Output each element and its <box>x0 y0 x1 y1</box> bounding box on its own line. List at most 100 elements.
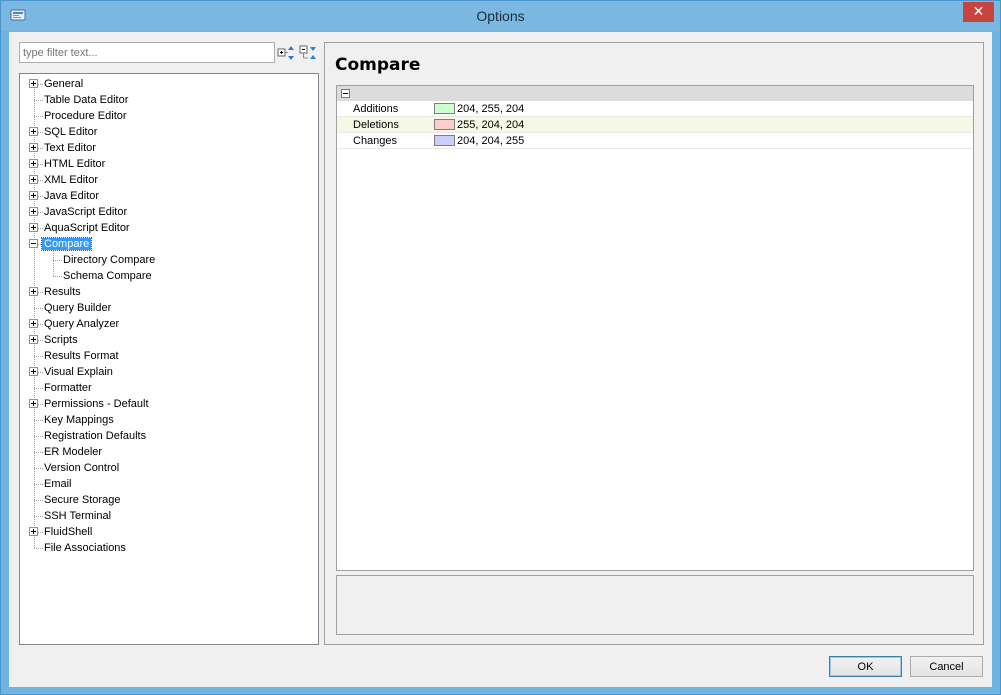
collapse-group-icon[interactable] <box>341 89 350 98</box>
property-row[interactable]: Changes 204, 204, 255 <box>337 133 973 149</box>
tree-item[interactable]: Permissions - Default <box>42 396 151 412</box>
tree-item[interactable]: Formatter <box>42 380 94 396</box>
tree-item-label: FluidShell <box>44 526 93 538</box>
tree-item-label: File Associations <box>44 542 126 554</box>
property-name: Changes <box>353 135 398 147</box>
options-dialog: Options ✕ General Table Data Editor Proced… <box>0 0 1001 695</box>
expand-icon[interactable] <box>29 191 38 200</box>
tree-item-label: Visual Explain <box>44 366 113 378</box>
tree-item[interactable]: SQL Editor <box>42 124 99 140</box>
tree-item-label: Query Builder <box>44 302 112 314</box>
tree-item-label: Schema Compare <box>63 270 152 282</box>
expand-icon[interactable] <box>29 287 38 296</box>
expand-icon[interactable] <box>29 175 38 184</box>
tree-item-label: Scripts <box>44 334 78 346</box>
color-swatch[interactable] <box>434 119 455 130</box>
expand-icon[interactable] <box>29 399 38 408</box>
page-title: Compare <box>335 55 421 75</box>
window-title: Options <box>476 8 525 24</box>
tree-item-label: XML Editor <box>44 174 99 186</box>
tree-item-label: Formatter <box>44 382 92 394</box>
expand-icon[interactable] <box>29 319 38 328</box>
tree-item[interactable]: XML Editor <box>42 172 100 188</box>
close-button[interactable]: ✕ <box>963 2 994 22</box>
expand-icon[interactable] <box>29 143 38 152</box>
collapse-icon[interactable] <box>29 239 38 248</box>
tree-item-label: AquaScript Editor <box>44 222 130 234</box>
filter-input[interactable] <box>19 42 275 63</box>
tree-item[interactable]: Secure Storage <box>42 492 122 508</box>
tree-item[interactable]: ER Modeler <box>42 444 104 460</box>
property-value[interactable]: 255, 204, 204 <box>457 117 524 133</box>
tree-item-label: Version Control <box>44 462 120 474</box>
property-value[interactable]: 204, 255, 204 <box>457 101 524 117</box>
tree-item-label: Table Data Editor <box>44 94 129 106</box>
tree-item[interactable]: Key Mappings <box>42 412 116 428</box>
tree-item[interactable]: Java Editor <box>42 188 101 204</box>
expand-icon[interactable] <box>29 223 38 232</box>
expand-icon[interactable] <box>29 79 38 88</box>
close-icon: ✕ <box>972 3 985 19</box>
color-swatch[interactable] <box>434 103 455 114</box>
tree-item[interactable]: HTML Editor <box>42 156 107 172</box>
tree-item[interactable]: Directory Compare <box>61 252 157 268</box>
tree-item[interactable]: Visual Explain <box>42 364 115 380</box>
expand-all-icon[interactable] <box>277 44 295 62</box>
tree-item[interactable]: Procedure Editor <box>42 108 129 124</box>
tree-item-label: HTML Editor <box>44 158 106 170</box>
tree-item[interactable]: Registration Defaults <box>42 428 148 444</box>
tree-item[interactable]: Query Analyzer <box>42 316 121 332</box>
property-name: Deletions <box>353 119 399 131</box>
ok-button[interactable]: OK <box>829 656 902 677</box>
tree-item-label: Query Analyzer <box>44 318 120 330</box>
tree-item[interactable]: Scripts <box>42 332 80 348</box>
property-row[interactable]: Deletions 255, 204, 204 <box>337 117 973 133</box>
expand-icon[interactable] <box>29 127 38 136</box>
tree-item-label: Secure Storage <box>44 494 121 506</box>
title-bar[interactable]: Options ✕ <box>1 1 1000 31</box>
property-group-header[interactable] <box>337 86 973 101</box>
property-value[interactable]: 204, 204, 255 <box>457 133 524 149</box>
tree-item-label: Permissions - Default <box>44 398 149 410</box>
property-grid[interactable]: Additions 204, 255, 204 Deletions 255, 204,… <box>336 85 974 571</box>
cancel-button[interactable]: Cancel <box>910 656 983 677</box>
tree-item[interactable]: Version Control <box>42 460 121 476</box>
tree-item[interactable]: Results <box>42 284 83 300</box>
settings-panel: Compare Additions 204, 255, 204 Deletions 2… <box>324 42 984 645</box>
property-row[interactable]: Additions 204, 255, 204 <box>337 101 973 117</box>
tree-item[interactable]: AquaScript Editor <box>42 220 132 236</box>
description-box <box>336 575 974 635</box>
tree-item-label: Email <box>44 478 72 490</box>
tree-item-label: Procedure Editor <box>44 110 127 122</box>
tree-item-label: Text Editor <box>44 142 96 154</box>
expand-icon[interactable] <box>29 207 38 216</box>
expand-icon[interactable] <box>29 367 38 376</box>
tree-item-label: JavaScript Editor <box>44 206 128 218</box>
options-tree[interactable]: General Table Data Editor Procedure Editor… <box>19 73 319 645</box>
tree-item[interactable]: General <box>42 76 85 92</box>
tree-item[interactable]: FluidShell <box>42 524 94 540</box>
expand-icon[interactable] <box>29 159 38 168</box>
tree-item-label: Directory Compare <box>63 254 156 266</box>
expand-icon[interactable] <box>29 527 38 536</box>
expand-icon[interactable] <box>29 335 38 344</box>
color-swatch[interactable] <box>434 135 455 146</box>
tree-item[interactable]: Query Builder <box>42 300 113 316</box>
tree-item[interactable]: Email <box>42 476 74 492</box>
tree-item[interactable]: Text Editor <box>42 140 98 156</box>
tree-item[interactable]: Table Data Editor <box>42 92 130 108</box>
tree-item[interactable]: File Associations <box>42 540 128 556</box>
tree-item-label: SSH Terminal <box>44 510 112 522</box>
tree-item[interactable]: Results Format <box>42 348 121 364</box>
tree-item-label: SQL Editor <box>44 126 98 138</box>
tree-item[interactable]: JavaScript Editor <box>42 204 129 220</box>
tree-item-label: Results Format <box>44 350 119 362</box>
collapse-all-icon[interactable] <box>299 44 317 62</box>
tree-item-label: Registration Defaults <box>44 430 147 442</box>
tree-item[interactable]: Compare <box>40 236 93 252</box>
tree-item[interactable]: Schema Compare <box>61 268 154 284</box>
tree-item-label: ER Modeler <box>44 446 103 458</box>
property-name: Additions <box>353 103 399 115</box>
tree-item[interactable]: SSH Terminal <box>42 508 113 524</box>
tree-item-label: Java Editor <box>44 190 100 202</box>
